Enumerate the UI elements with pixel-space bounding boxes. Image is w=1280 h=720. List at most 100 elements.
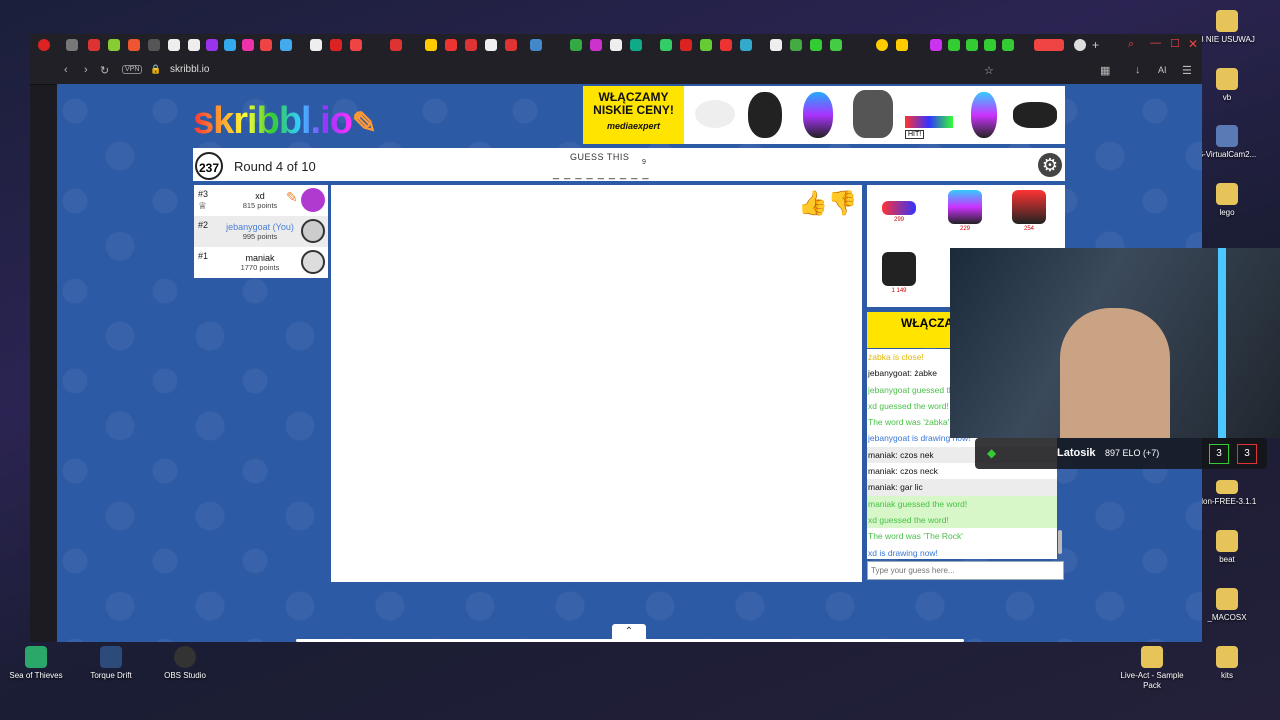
desktop-icon-right-8[interactable]: Live-Act - Sample Pack	[1117, 646, 1187, 691]
tab-icon[interactable]	[610, 39, 622, 51]
lock-icon: 🔒	[150, 64, 162, 74]
desktop-icon-right-4[interactable]: illon-FREE-3.1.1	[1192, 480, 1262, 507]
tab-icon[interactable]	[88, 39, 100, 51]
desktop-icon-label: Sea of Thieves	[9, 671, 63, 680]
folder-icon	[1216, 530, 1238, 552]
tab-icon[interactable]	[505, 39, 517, 51]
product-mouse-purple-icon	[971, 92, 997, 138]
tab-icon[interactable]	[465, 39, 477, 51]
tab-icon[interactable]	[66, 39, 78, 51]
ai-button[interactable]: AI	[1158, 65, 1167, 75]
product-mouse-gray-icon	[853, 90, 893, 138]
desktop-icon-right-6[interactable]: _MACOSX	[1192, 588, 1262, 623]
tab-icon[interactable]	[260, 39, 272, 51]
close-icon[interactable]: ✕	[1188, 37, 1198, 51]
minimize-icon[interactable]: —	[1150, 37, 1161, 49]
tab-icon[interactable]	[700, 39, 712, 51]
ad-brand: mediaexpert	[606, 121, 661, 131]
thumbs-up-icon[interactable]: 👍	[798, 190, 828, 217]
extension-icon[interactable]: ▦	[1100, 64, 1110, 77]
desktop-icon-right-7[interactable]: kits	[1192, 646, 1262, 681]
maximize-icon[interactable]: ☐	[1170, 37, 1180, 50]
search-tabs-icon[interactable]: ⌕	[1128, 38, 1134, 51]
tab-icon[interactable]	[530, 39, 542, 51]
desktop-icon-right-3[interactable]: lego	[1192, 183, 1262, 218]
tab-icon[interactable]	[790, 39, 802, 51]
tab-icon[interactable]	[168, 39, 180, 51]
bookmark-icon[interactable]: ☆	[984, 64, 994, 77]
torque-drift-icon	[100, 646, 122, 668]
tab-icon[interactable]	[896, 39, 908, 51]
desktop-icon-left-1[interactable]: Torque Drift	[76, 646, 146, 681]
tab-icon[interactable]	[280, 39, 292, 51]
player-row[interactable]: #2 jebanygoat (You) 995 points	[194, 216, 328, 247]
active-tab-skribbl[interactable]	[1034, 39, 1064, 51]
tab-icon[interactable]	[876, 39, 888, 51]
tab-icon[interactable]	[930, 39, 942, 51]
download-icon[interactable]: ↓	[1135, 64, 1141, 76]
back-icon[interactable]: ‹	[64, 64, 68, 76]
tab-icon[interactable]	[128, 39, 140, 51]
settings-gear-icon[interactable]: ⚙	[1038, 153, 1062, 177]
tab-icon[interactable]	[830, 39, 842, 51]
tab-icon[interactable]	[485, 39, 497, 51]
desktop-icon-left-2[interactable]: OBS Studio	[150, 646, 220, 681]
player-rank: #1	[198, 251, 209, 261]
tab-icon[interactable]	[570, 39, 582, 51]
product-wheel-icon	[1013, 102, 1057, 128]
price: 229	[959, 226, 970, 232]
tab-icon[interactable]	[188, 39, 200, 51]
tab-icon[interactable]	[1002, 39, 1014, 51]
player-points: 995 points	[242, 232, 278, 241]
player-row[interactable]: #3 ♕ xd 815 points ✎	[194, 185, 328, 216]
player-row[interactable]: #1 maniak 1770 points	[194, 247, 328, 278]
tab-icon[interactable]	[984, 39, 996, 51]
app-icon	[1216, 125, 1238, 147]
tab-icon[interactable]	[350, 39, 362, 51]
desktop-icon-right-2[interactable]: S-VirtualCam2...	[1192, 125, 1262, 160]
menu-icon[interactable]: ☰	[1182, 64, 1192, 77]
tab-icon[interactable]	[224, 39, 236, 51]
tab-icon[interactable]	[206, 39, 218, 51]
player-rank: #3	[198, 189, 209, 199]
url-field[interactable]: skribbl.io	[170, 64, 209, 75]
tab-icon[interactable]	[148, 39, 160, 51]
desktop-icon-left-0[interactable]: Sea of Thieves	[1, 646, 71, 681]
product-mouse-rgb-icon	[803, 92, 833, 138]
tab-icon[interactable]	[630, 39, 642, 51]
desktop-icon-right-5[interactable]: beat	[1192, 530, 1262, 565]
vpn-badge[interactable]: VPN	[122, 65, 143, 74]
tab-icon[interactable]	[108, 39, 120, 51]
opera-menu-icon[interactable]	[38, 39, 50, 51]
chevron-up-icon[interactable]: ⌃	[612, 624, 646, 640]
folder-icon	[1216, 10, 1238, 32]
tab-icon[interactable]	[590, 39, 602, 51]
tab-icon[interactable]	[770, 39, 782, 51]
tab-icon[interactable]	[680, 39, 692, 51]
tab-icon[interactable]	[390, 39, 402, 51]
tab-icon[interactable]	[310, 39, 322, 51]
drawing-canvas[interactable]	[331, 185, 862, 582]
thumbs-down-icon[interactable]: 👎	[828, 190, 858, 217]
tab-icon[interactable]	[1074, 39, 1086, 51]
desktop-icon-right-0[interactable]: 8 NIE USUWAJ	[1192, 10, 1262, 45]
tab-icon[interactable]	[330, 39, 342, 51]
ad-banner-top[interactable]: WŁĄCZAMY NISKIE CENY! mediaexpert HIT!	[583, 86, 1065, 144]
tab-icon[interactable]	[660, 39, 672, 51]
chat-input[interactable]	[867, 561, 1064, 580]
tab-icon[interactable]	[425, 39, 437, 51]
tab-icon[interactable]	[810, 39, 822, 51]
player-rank: #2	[198, 220, 209, 230]
folder-icon	[1216, 183, 1238, 205]
new-tab-icon[interactable]: +	[1092, 38, 1099, 52]
tab-icon[interactable]	[740, 39, 752, 51]
reload-icon[interactable]: ↻	[100, 64, 109, 77]
tab-icon[interactable]	[720, 39, 732, 51]
desktop-icon-right-1[interactable]: vb	[1192, 68, 1262, 103]
tab-icon[interactable]	[445, 39, 457, 51]
tab-icon[interactable]	[948, 39, 960, 51]
forward-icon[interactable]: ›	[84, 64, 88, 76]
chat-scrollbar[interactable]	[1058, 530, 1062, 554]
tab-icon[interactable]	[966, 39, 978, 51]
tab-icon[interactable]	[242, 39, 254, 51]
